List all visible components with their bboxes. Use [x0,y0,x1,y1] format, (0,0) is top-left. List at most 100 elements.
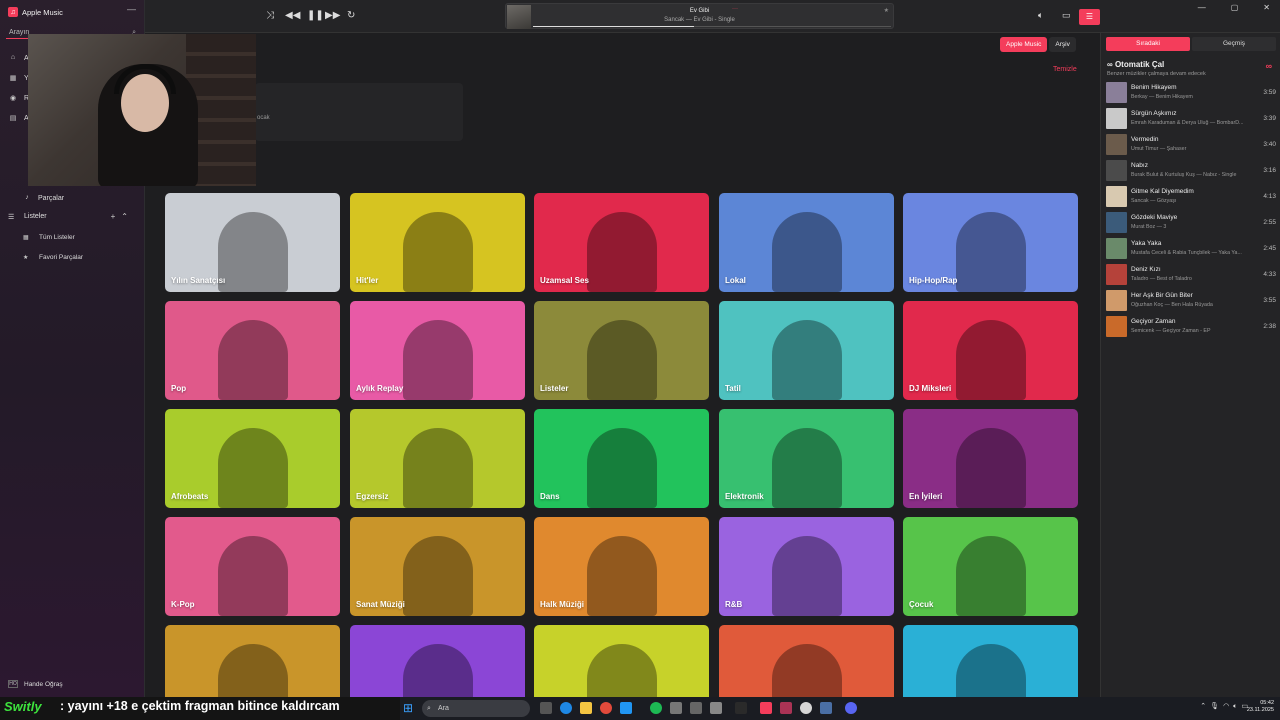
tile-artwork [771,320,842,400]
track-artwork [1106,134,1127,155]
maximize-icon[interactable]: ▢ [1231,3,1239,12]
track-subtitle: Emrah Karaduman & Derya Uluğ — BombarD..… [1131,120,1244,126]
clear-button[interactable]: Temizle [1053,66,1077,73]
queue-item[interactable]: Nabız Burak Bulut & Kurtuluş Kuş — Nabız … [1106,159,1276,183]
category-tile[interactable]: Listeler [534,301,709,400]
category-tile[interactable]: Sanat Müziği [350,517,525,616]
category-tile[interactable]: Uzamsal Ses [534,193,709,292]
queue-item[interactable]: Gitme Kal Diyemedim Sancak — Gözyaşı 4:13 [1106,185,1276,209]
radio-icon[interactable]: ◉ [8,94,18,102]
file-explorer-icon[interactable] [580,702,592,714]
category-tile[interactable] [534,625,709,697]
star-icon[interactable]: ★ [884,7,889,14]
discord-icon[interactable] [845,702,857,714]
now-playing[interactable]: Ev Gibi ··· Sancak — Ev Gibi - Single ★ [505,3,894,29]
queue-item[interactable]: Vermedin Umut Timur — Şahaser 3:40 [1106,133,1276,157]
app-icon[interactable] [780,702,792,714]
home-icon[interactable]: ⌂ [8,54,18,61]
sidebar-item-songs[interactable]: Parçalar [38,195,64,202]
category-tile[interactable]: Tatil [719,301,894,400]
library-icon[interactable]: ▤ [8,114,18,122]
user-profile[interactable]: HO Hande Oğraş [8,680,63,688]
category-tile[interactable]: En İyileri [903,409,1078,508]
queue-item[interactable]: Benim Hikayem Berkay — Benim Hikayem 3:59 [1106,81,1276,105]
previous-icon[interactable]: ◀◀ [285,10,300,21]
pause-icon[interactable]: ❚❚ [307,10,324,21]
wifi-icon[interactable]: ◠ [1223,703,1233,710]
mail-icon[interactable] [710,702,722,714]
taskbar-search[interactable]: ⌕ Ara [422,700,530,717]
app-icon[interactable] [735,702,747,714]
track-duration: 3:55 [1263,297,1276,304]
category-tile[interactable] [350,625,525,697]
sidebar-menu-icon[interactable]: — [127,4,136,14]
track-subtitle: Taladro — Best of Taladro [1131,276,1192,282]
category-label: Tatil [725,384,741,393]
grid-icon[interactable]: ▦ [8,74,18,82]
queue-item[interactable]: Sürgün Aşkımız Emrah Karaduman & Derya Ul… [1106,107,1276,131]
category-tile[interactable]: Dans [534,409,709,508]
category-tile[interactable]: Aylık Replay [350,301,525,400]
app-icon[interactable] [670,702,682,714]
edge-icon[interactable] [560,702,572,714]
repeat-icon[interactable]: ↻ [347,10,355,21]
category-tile[interactable]: Çocuk [903,517,1078,616]
chrome-icon[interactable] [600,702,612,714]
spotify-icon[interactable] [650,702,662,714]
queue-item[interactable]: Geçiyor Zaman Semicenk — Geçiyor Zaman - … [1106,315,1276,339]
more-icon[interactable]: ··· [732,6,738,12]
category-tile[interactable]: Lokal [719,193,894,292]
category-tile[interactable]: Egzersiz [350,409,525,508]
add-playlist-icon[interactable]: +⌃ [111,212,134,221]
category-tile[interactable]: Hit'ler [350,193,525,292]
category-tile[interactable] [165,625,340,697]
progress-fill [533,26,695,27]
volume-icon[interactable]: 🔈︎ [1038,10,1043,21]
recent-text: ocak [257,115,270,121]
clock[interactable]: 05:42 23.11.2025 [1247,700,1274,714]
shuffle-icon[interactable]: ⤨ [266,10,274,21]
store-icon[interactable] [620,702,632,714]
category-tile[interactable]: Halk Müziği [534,517,709,616]
windows-start-icon[interactable]: ⊞ [403,701,413,715]
category-tile[interactable]: Elektronik [719,409,894,508]
apple-music-taskbar-icon[interactable] [760,702,772,714]
category-tile[interactable]: DJ Miksleri [903,301,1078,400]
track-title: Geçiyor Zaman [1131,318,1176,325]
task-view-icon[interactable] [540,702,552,714]
queue-item[interactable]: Her Aşk Bir Gün Biter Oğuzhan Koç — Ben H… [1106,289,1276,313]
queue-button[interactable]: ☰ [1079,9,1100,25]
queue-item[interactable]: Gözdeki Maviye Murat Boz — 3 2:55 [1106,211,1276,235]
queue-item[interactable]: Deniz Kızı Taladro — Best of Taladro 4:33 [1106,263,1276,287]
app-icon[interactable] [690,702,702,714]
category-tile[interactable]: Pop [165,301,340,400]
category-tile[interactable] [903,625,1078,697]
track-subtitle: Burak Bulut & Kurtuluş Kuş — Nabız - Sin… [1131,172,1237,178]
category-tile[interactable]: R&B [719,517,894,616]
category-tile[interactable]: Afrobeats [165,409,340,508]
category-label: Elektronik [725,492,764,501]
chevron-up-icon[interactable]: ⌃ [1200,703,1210,710]
category-tile[interactable] [719,625,894,697]
autoplay-toggle-icon[interactable]: ∞ [1266,61,1272,71]
progress-bar[interactable] [533,26,891,27]
now-playing-title: Ev Gibi [689,8,710,14]
obs-icon[interactable] [800,702,812,714]
recent-search-box[interactable]: ocak [255,83,463,141]
playlists-heading[interactable]: Listeler [24,213,47,220]
category-tile[interactable]: Yılın Sanatçısı [165,193,340,292]
minimize-icon[interactable]: — [1198,3,1206,12]
category-tile[interactable]: Hip-Hop/Rap [903,193,1078,292]
lyrics-icon[interactable]: ▭ [1062,10,1071,21]
toggle-apple-music[interactable]: Apple Music [1000,37,1048,52]
mic-icon[interactable]: 🎙︎ [1210,703,1223,710]
toggle-archive[interactable]: Arşiv [1049,37,1076,52]
tab-up-next[interactable]: Sıradaki [1106,37,1190,51]
tab-history[interactable]: Geçmiş [1192,37,1276,51]
queue-item[interactable]: Yaka Yaka Mustafa Ceceli & Rabia Tunçbile… [1106,237,1276,261]
app-icon[interactable] [820,702,832,714]
category-tile[interactable]: K-Pop [165,517,340,616]
next-icon[interactable]: ▶▶ [325,10,340,21]
close-icon[interactable]: ✕ [1263,3,1270,12]
system-tray[interactable]: ⌃🎙︎◠🔈︎▭ [1200,702,1252,711]
